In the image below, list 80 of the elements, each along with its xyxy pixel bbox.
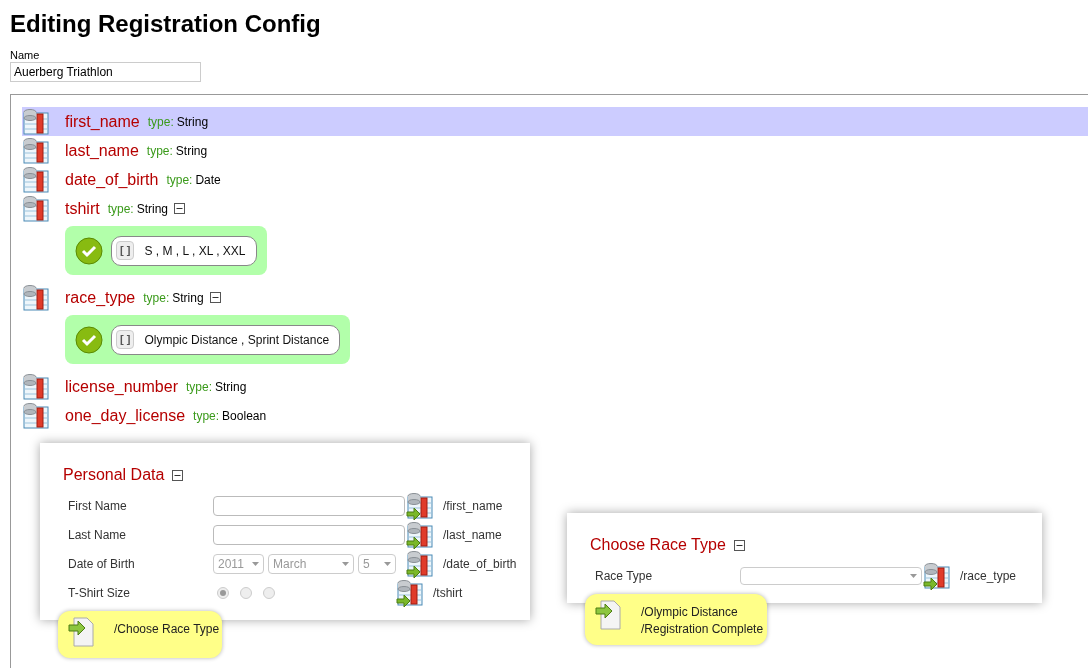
radio-button[interactable]: [240, 586, 252, 599]
form-title: Personal Data: [63, 465, 165, 485]
field-row[interactable]: tshirt type: String: [22, 194, 1088, 223]
binding-icon: [396, 578, 424, 607]
transition-link[interactable]: /Olympic Distance: [641, 604, 764, 621]
field-type: Boolean: [222, 407, 267, 425]
list-marker: [ ]: [116, 241, 135, 260]
field-label: First Name: [68, 497, 128, 515]
collapse-icon[interactable]: [733, 539, 745, 551]
binding-icon: [406, 491, 434, 520]
field-name: date_of_birth: [65, 169, 159, 190]
caret-icon: [384, 561, 391, 566]
field-type: String: [176, 113, 209, 131]
page-arrow-icon: [595, 600, 623, 630]
database-table-icon: [22, 136, 50, 165]
field-label: Race Type: [595, 567, 654, 585]
checkmark-icon: [75, 325, 103, 354]
field-name: tshirt: [65, 198, 100, 219]
field-row[interactable]: one_day_license type: Boolean: [22, 401, 1088, 430]
binding-icon: [406, 520, 434, 549]
race-type-dropdown[interactable]: [740, 566, 922, 585]
radio-button[interactable]: [263, 586, 275, 599]
field-label: Date of Birth: [68, 555, 136, 573]
collapse-icon[interactable]: [209, 292, 221, 303]
binding-icon: [406, 549, 434, 578]
field-type: String: [214, 378, 247, 396]
binding-path: /last_name: [443, 526, 502, 544]
text-field[interactable]: [213, 495, 405, 516]
allowed-values: Olympic Distance , Sprint Distance: [144, 331, 330, 349]
text-field[interactable]: [213, 524, 405, 545]
caret-icon: [252, 561, 259, 566]
form-title: Choose Race Type: [590, 535, 726, 555]
caret-icon: [342, 561, 349, 566]
field-row[interactable]: date_of_birth type: Date: [22, 165, 1088, 194]
type-label: type:: [143, 289, 170, 307]
field-type: String: [175, 142, 208, 160]
name-field[interactable]: Auerberg Triathlon: [10, 62, 201, 82]
field-name: first_name: [65, 111, 140, 132]
type-label: type:: [193, 407, 220, 425]
binding-icon: [923, 561, 951, 590]
allowed-values: S , M , L , XL , XXL: [144, 242, 246, 260]
page-title: Editing Registration Config: [10, 9, 321, 39]
caret-icon: [910, 573, 917, 578]
binding-path: /first_name: [443, 497, 503, 515]
type-label: type:: [107, 200, 134, 218]
page-arrow-icon: [68, 617, 96, 647]
collapse-icon[interactable]: [174, 203, 186, 214]
database-table-icon: [22, 194, 50, 223]
field-type: String: [136, 200, 169, 218]
database-table-icon: [22, 107, 50, 136]
type-label: type:: [166, 171, 193, 189]
field-row[interactable]: license_number type: String: [22, 372, 1088, 401]
binding-path: /tshirt: [433, 584, 463, 602]
list-marker: [ ]: [116, 330, 135, 349]
radio-button[interactable]: [217, 586, 229, 599]
database-table-icon: [22, 283, 50, 312]
database-table-icon: [22, 165, 50, 194]
field-name: last_name: [65, 140, 139, 161]
database-table-icon: [22, 372, 50, 401]
field-name: one_day_license: [65, 405, 186, 426]
field-name: race_type: [65, 287, 136, 308]
field-row[interactable]: race_type type: String: [22, 283, 1088, 312]
transition-link[interactable]: /Registration Complete: [641, 621, 764, 638]
field-type: String: [172, 289, 204, 307]
database-table-icon: [22, 401, 50, 430]
binding-path: /date_of_birth: [443, 555, 517, 573]
collapse-icon[interactable]: [172, 469, 184, 481]
field-name: license_number: [65, 376, 178, 397]
type-label: type:: [147, 113, 174, 131]
type-label: type:: [146, 142, 173, 160]
field-type: Date: [195, 171, 221, 189]
checkmark-icon: [75, 236, 103, 265]
field-label: T-Shirt Size: [68, 584, 131, 602]
name-label: Name: [10, 48, 40, 63]
field-row[interactable]: last_name type: String: [22, 136, 1088, 165]
field-row[interactable]: first_name type: String: [22, 107, 1088, 136]
binding-path: /race_type: [960, 567, 1017, 585]
transition-link[interactable]: /Choose Race Type: [114, 621, 220, 638]
field-label: Last Name: [68, 526, 128, 544]
type-label: type:: [185, 378, 212, 396]
